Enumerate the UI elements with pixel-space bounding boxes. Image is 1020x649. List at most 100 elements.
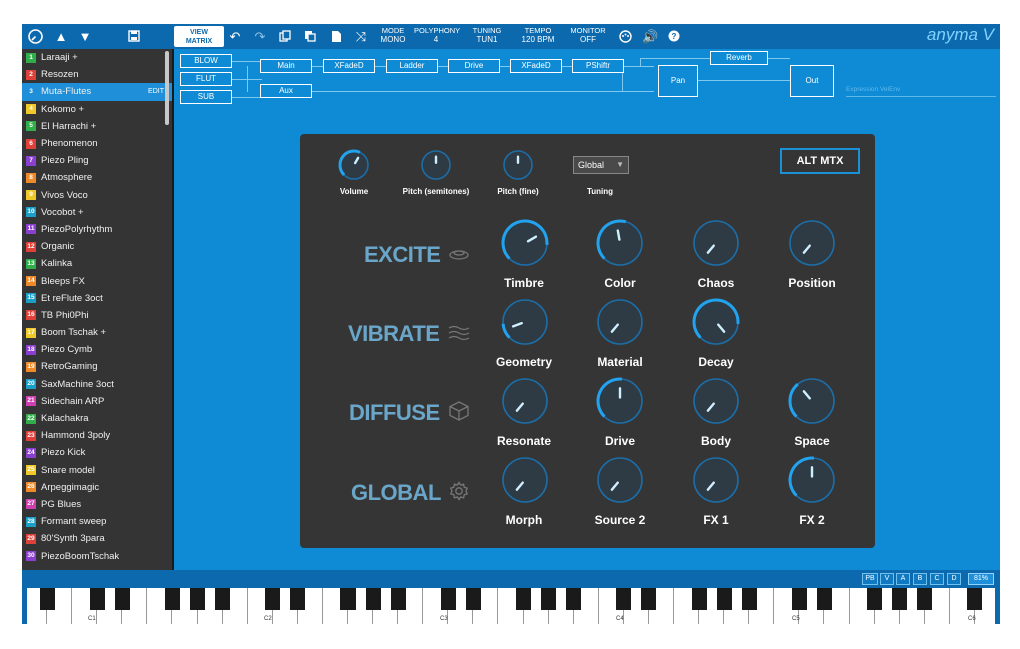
decay-knob[interactable] — [689, 295, 743, 349]
b-button[interactable]: B — [913, 573, 927, 585]
black-key[interactable] — [390, 588, 406, 610]
power-knob-icon[interactable] — [26, 28, 44, 45]
source2-knob[interactable] — [593, 453, 647, 507]
piano-keyboard[interactable]: C1 C2 C3 C4 C5 C6 — [22, 588, 1000, 624]
black-key[interactable] — [867, 588, 883, 610]
black-key[interactable] — [741, 588, 757, 610]
view-matrix-button[interactable]: VIEW MATRIX — [174, 26, 224, 47]
black-key[interactable] — [691, 588, 707, 610]
ladder-node[interactable]: Ladder — [386, 59, 438, 73]
alt-mtx-button[interactable]: ALT MTX — [780, 148, 860, 174]
preset-item[interactable]: 8 Atmosphere — [22, 169, 172, 186]
preset-item[interactable]: 21 Sidechain ARP — [22, 393, 172, 410]
sub-node[interactable]: SUB — [180, 90, 232, 104]
save-icon[interactable] — [127, 28, 141, 45]
material-knob[interactable] — [593, 295, 647, 349]
preset-item[interactable]: 3 Muta-Flutes EDIT — [22, 83, 172, 101]
chaos-knob[interactable] — [689, 216, 743, 270]
black-key[interactable] — [566, 588, 582, 610]
preset-up-icon[interactable]: ▲ — [54, 28, 68, 45]
a-button[interactable]: A — [896, 573, 910, 585]
preset-item[interactable]: 22 Kalachakra — [22, 410, 172, 427]
black-key[interactable] — [340, 588, 356, 610]
black-key[interactable] — [541, 588, 557, 610]
preset-item[interactable]: 28 Formant sweep — [22, 513, 172, 530]
pan-node[interactable]: Pan — [658, 65, 698, 97]
volume-knob[interactable] — [335, 146, 373, 184]
morph-knob[interactable] — [498, 453, 552, 507]
preset-item[interactable]: 2 Resozen — [22, 66, 172, 83]
polyphony-status[interactable]: POLYPHONY 4 — [414, 26, 460, 44]
black-key[interactable] — [89, 588, 105, 610]
main-node[interactable]: Main — [260, 59, 312, 73]
xfade-node-1[interactable]: XFadeD — [323, 59, 375, 73]
keyboard-scroll-left[interactable] — [22, 588, 27, 624]
preset-edit-button[interactable]: EDIT — [148, 88, 164, 95]
black-key[interactable] — [215, 588, 231, 610]
black-key[interactable] — [917, 588, 933, 610]
xfade-node-2[interactable]: XFadeD — [510, 59, 562, 73]
drive-node[interactable]: Drive — [448, 59, 500, 73]
preset-item[interactable]: 15 Et reFlute 3oct — [22, 290, 172, 307]
flut-node[interactable]: FLUT — [180, 72, 232, 86]
black-key[interactable] — [791, 588, 807, 610]
c-button[interactable]: C — [930, 573, 944, 585]
black-key[interactable] — [641, 588, 657, 610]
drive-knob[interactable] — [593, 374, 647, 428]
black-key[interactable] — [892, 588, 908, 610]
black-key[interactable] — [516, 588, 532, 610]
preset-item[interactable]: 29 80'Synth 3para — [22, 530, 172, 547]
body-knob[interactable] — [689, 374, 743, 428]
pshift-node[interactable]: PShiftr — [572, 59, 624, 73]
black-key[interactable] — [164, 588, 180, 610]
zoom-level[interactable]: 81% — [968, 573, 994, 585]
preset-item[interactable]: 16 TB Phi0Phi — [22, 307, 172, 324]
midi-icon[interactable] — [618, 28, 632, 45]
out-node[interactable]: Out — [790, 65, 834, 97]
preset-item[interactable]: 1 Laraaji + — [22, 49, 172, 66]
preset-item[interactable]: 24 Piezo Kick — [22, 444, 172, 461]
preset-item[interactable]: 12 Organic — [22, 238, 172, 255]
preset-item[interactable]: 13 Kalinka — [22, 255, 172, 272]
preset-item[interactable]: 10 Vocobot + — [22, 204, 172, 221]
preset-item[interactable]: 18 Piezo Cymb — [22, 341, 172, 358]
reverb-node[interactable]: Reverb — [710, 51, 768, 65]
preset-item[interactable]: 20 SaxMachine 3oct — [22, 376, 172, 393]
black-key[interactable] — [440, 588, 456, 610]
preset-item[interactable]: 25 Snare model — [22, 462, 172, 479]
preset-item[interactable]: 30 PiezoBoomTschak — [22, 547, 172, 564]
preset-item[interactable]: 11 PiezoPolyrhythm — [22, 221, 172, 238]
new-file-icon[interactable] — [329, 28, 343, 45]
tempo-status[interactable]: TEMPO 120 BPM — [516, 26, 560, 44]
monitor-status[interactable]: MONITOR OFF — [568, 26, 608, 44]
mode-status[interactable]: MODE MONO — [378, 26, 408, 44]
preset-item[interactable]: 9 Vivos Voco — [22, 187, 172, 204]
preset-down-icon[interactable]: ▼ — [78, 28, 92, 45]
black-key[interactable] — [465, 588, 481, 610]
fx1-knob[interactable] — [689, 453, 743, 507]
help-icon[interactable]: ? — [667, 28, 681, 45]
geometry-knob[interactable] — [498, 295, 552, 349]
black-key[interactable] — [290, 588, 306, 610]
tuning-status[interactable]: TUNING TUN1 — [470, 26, 504, 44]
resonate-knob[interactable] — [498, 374, 552, 428]
black-key[interactable] — [365, 588, 381, 610]
black-key[interactable] — [265, 588, 281, 610]
black-key[interactable] — [967, 588, 983, 610]
color-knob[interactable] — [593, 216, 647, 270]
v-button[interactable]: V — [880, 573, 894, 585]
preset-item[interactable]: 5 El Harrachi + — [22, 118, 172, 135]
black-key[interactable] — [816, 588, 832, 610]
timbre-knob[interactable] — [498, 216, 552, 270]
black-key[interactable] — [39, 588, 55, 610]
preset-item[interactable]: 27 PG Blues — [22, 496, 172, 513]
black-key[interactable] — [616, 588, 632, 610]
fx2-knob[interactable] — [785, 453, 839, 507]
shuffle-icon[interactable]: ⤨ — [353, 28, 369, 45]
black-key[interactable] — [716, 588, 732, 610]
pitch-fine-knob[interactable] — [499, 146, 537, 184]
preset-item[interactable]: 17 Boom Tschak + — [22, 324, 172, 341]
preset-item[interactable]: 7 Piezo Pling — [22, 152, 172, 169]
keyboard-scroll-right[interactable] — [995, 588, 1000, 624]
preset-item[interactable]: 4 Kokomo + — [22, 101, 172, 118]
